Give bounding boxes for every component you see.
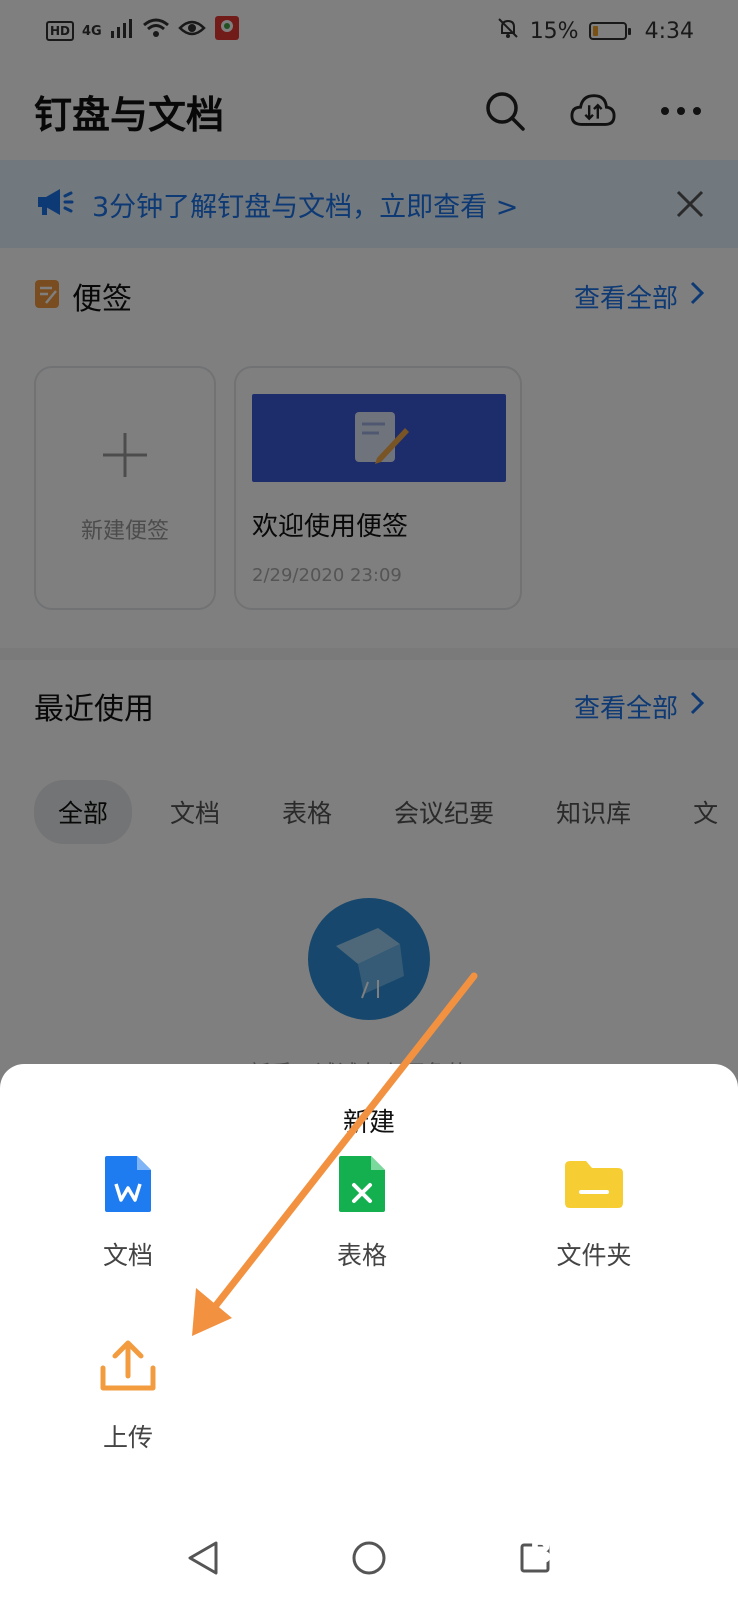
create-folder-label: 文件夹 xyxy=(556,1241,632,1270)
back-icon[interactable] xyxy=(181,1536,225,1580)
create-doc-button[interactable]: 文档 xyxy=(28,1150,228,1272)
baidu-watermark: Baidu 经验 jingyan.baidu.com xyxy=(529,1528,704,1590)
upload-icon xyxy=(94,1332,162,1400)
create-bottom-sheet: 新建 文档 表格 文件夹 上传 xyxy=(0,1064,738,1516)
excel-sheet-icon xyxy=(328,1150,396,1218)
word-doc-icon xyxy=(94,1150,162,1218)
watermark-url: jingyan.baidu.com xyxy=(565,1572,704,1590)
upload-button[interactable]: 上传 xyxy=(28,1332,228,1454)
folder-icon xyxy=(560,1150,628,1218)
create-doc-label: 文档 xyxy=(102,1241,153,1270)
sheet-title: 新建 xyxy=(342,1108,395,1138)
create-sheet-button[interactable]: 表格 xyxy=(262,1150,462,1272)
watermark-brand: Baidu 经验 xyxy=(529,1536,704,1571)
create-folder-button[interactable]: 文件夹 xyxy=(494,1150,694,1272)
create-sheet-label: 表格 xyxy=(336,1241,387,1270)
home-icon[interactable] xyxy=(347,1536,391,1580)
upload-label: 上传 xyxy=(102,1423,153,1452)
